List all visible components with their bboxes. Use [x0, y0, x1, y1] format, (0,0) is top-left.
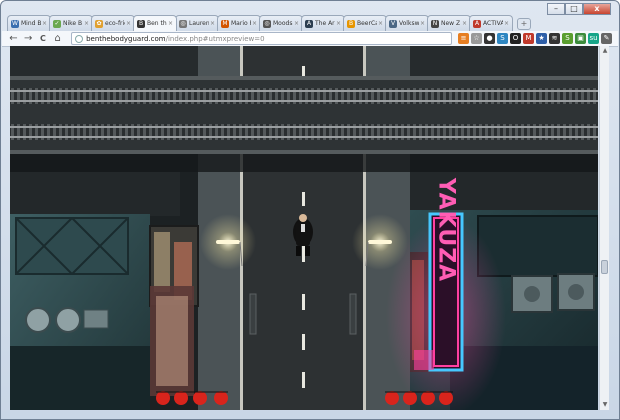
- url-text: benthebodyguard.com/index.php#utmxprevie…: [86, 35, 265, 43]
- tab-title: Moods: [273, 20, 293, 27]
- tab-title: New Z: [441, 20, 461, 27]
- roof-vent-1: [25, 307, 51, 333]
- browser-tab[interactable]: W Mind B ×: [7, 15, 51, 31]
- ext-blue-icon[interactable]: S: [497, 33, 509, 44]
- reload-button[interactable]: C: [38, 33, 49, 45]
- browser-tab[interactable]: A The Ar ×: [301, 15, 345, 31]
- address-bar[interactable]: benthebodyguard.com/index.php#utmxprevie…: [71, 32, 453, 45]
- browser-tab[interactable]: ◎ Moods ×: [259, 15, 303, 31]
- tab-favicon-icon: ✓: [53, 19, 61, 28]
- layers-icon[interactable]: ≋: [549, 33, 561, 44]
- tab-favicon-icon: A: [305, 19, 313, 28]
- tab-favicon-icon: ◎: [263, 19, 271, 28]
- railway-bridge: [10, 76, 598, 154]
- game-viewport[interactable]: YAKUZA: [10, 46, 598, 410]
- url-path: /index.php#utmxpreview=0: [165, 34, 265, 43]
- building-top-left: [10, 46, 198, 78]
- tab-close-icon[interactable]: ×: [210, 20, 215, 27]
- tab-title: ACTIVA: [483, 20, 503, 27]
- tab-close-icon[interactable]: ×: [336, 20, 341, 27]
- ext-dark-icon[interactable]: ●: [484, 33, 496, 44]
- tab-close-icon[interactable]: ×: [126, 20, 131, 27]
- scroll-up-arrow-icon[interactable]: ▲: [601, 47, 609, 55]
- window-controls: – □ x: [547, 3, 611, 15]
- star-icon[interactable]: ☆: [471, 33, 483, 44]
- extension-icons: ≡ ☆ ● S O M ★ ≋ S ▣ su ✎: [458, 33, 613, 44]
- tab-favicon-icon: V: [389, 19, 397, 28]
- ext-img-icon[interactable]: ▣: [575, 33, 587, 44]
- bookmark-star-icon[interactable]: ★: [536, 33, 548, 44]
- game-scene: YAKUZA: [10, 46, 598, 410]
- tab-close-icon[interactable]: ×: [84, 20, 89, 27]
- tab-favicon-icon: W: [11, 19, 19, 28]
- tab-strip: WMind B×✓Nike B×✿eco-frie×BBen the×◎Laur…: [7, 15, 567, 31]
- gmail-icon[interactable]: M: [523, 33, 535, 44]
- new-tab-button[interactable]: +: [517, 18, 531, 30]
- browser-tab[interactable]: MMario R×: [217, 15, 261, 31]
- tab-close-icon[interactable]: ×: [504, 20, 509, 27]
- tab-title: Lauren: [189, 20, 209, 27]
- back-button[interactable]: ←: [8, 33, 19, 45]
- tab-close-icon[interactable]: ×: [42, 20, 47, 27]
- tab-favicon-icon: A: [473, 19, 481, 28]
- ext-su-icon[interactable]: su: [588, 33, 600, 44]
- roof-vent-2: [55, 307, 81, 333]
- close-button[interactable]: x: [583, 3, 611, 15]
- tab-title: Ben the: [147, 20, 167, 27]
- scroll-down-arrow-icon[interactable]: ▼: [601, 401, 609, 409]
- minimize-button[interactable]: –: [547, 3, 565, 15]
- drain-right: [349, 293, 357, 335]
- tab-close-icon[interactable]: ×: [294, 20, 299, 27]
- toolbar: ← → C ⌂ benthebodyguard.com/index.php#ut…: [2, 31, 618, 47]
- browser-tab[interactable]: ◎ Lauren ×: [175, 15, 219, 31]
- browser-tab[interactable]: VVolkswa×: [385, 15, 429, 31]
- tab-close-icon[interactable]: ×: [420, 20, 425, 27]
- street-lamp-left: [216, 240, 240, 244]
- neon-sign-text: YAKUZA: [434, 177, 459, 282]
- drain-left: [249, 293, 257, 335]
- scroll-thumb[interactable]: [601, 260, 608, 274]
- browser-tab[interactable]: BBen the×: [133, 15, 177, 31]
- wrench-icon[interactable]: ✎: [601, 33, 613, 44]
- tab-favicon-icon: ◎: [179, 19, 187, 28]
- browser-tab[interactable]: N New Z ×: [427, 15, 471, 31]
- building-top-right: [410, 46, 598, 78]
- home-button[interactable]: ⌂: [52, 33, 63, 45]
- rss-icon[interactable]: ≡: [458, 33, 470, 44]
- maximize-button[interactable]: □: [565, 3, 583, 15]
- browser-tab[interactable]: ✓ Nike B ×: [49, 15, 93, 31]
- url-host: benthebodyguard.com: [86, 34, 166, 43]
- tab-title: Mind B: [21, 20, 41, 27]
- tab-title: Nike B: [63, 20, 83, 27]
- ext-circle-icon[interactable]: O: [510, 33, 522, 44]
- street-lamp-right: [368, 240, 392, 244]
- tab-favicon-icon: ✿: [95, 19, 103, 28]
- tab-favicon-icon: N: [431, 19, 439, 28]
- tab-close-icon[interactable]: ×: [378, 20, 383, 27]
- tab-title: The Ar: [315, 20, 335, 27]
- tab-title: Mario R: [231, 20, 251, 27]
- globe-icon: [75, 34, 84, 43]
- vertical-scrollbar[interactable]: ▲ ▼: [599, 46, 609, 410]
- tab-close-icon[interactable]: ×: [168, 20, 173, 27]
- tab-close-icon[interactable]: ×: [252, 20, 257, 27]
- tab-close-icon[interactable]: ×: [462, 20, 467, 27]
- tab-title: Volkswa: [399, 20, 419, 27]
- tab-favicon-icon: M: [221, 19, 229, 28]
- browser-tab[interactable]: ✿eco-frie×: [91, 15, 135, 31]
- tab-title: BeerCa: [357, 20, 377, 27]
- browser-tab[interactable]: A ACTIVA ×: [469, 15, 513, 31]
- tab-favicon-icon: B: [137, 19, 145, 28]
- forward-button[interactable]: →: [23, 33, 34, 45]
- browser-tab[interactable]: B BeerCa ×: [343, 15, 387, 31]
- ext-green-icon[interactable]: S: [562, 33, 574, 44]
- tab-favicon-icon: B: [347, 19, 355, 28]
- tab-title: eco-frie: [105, 20, 125, 27]
